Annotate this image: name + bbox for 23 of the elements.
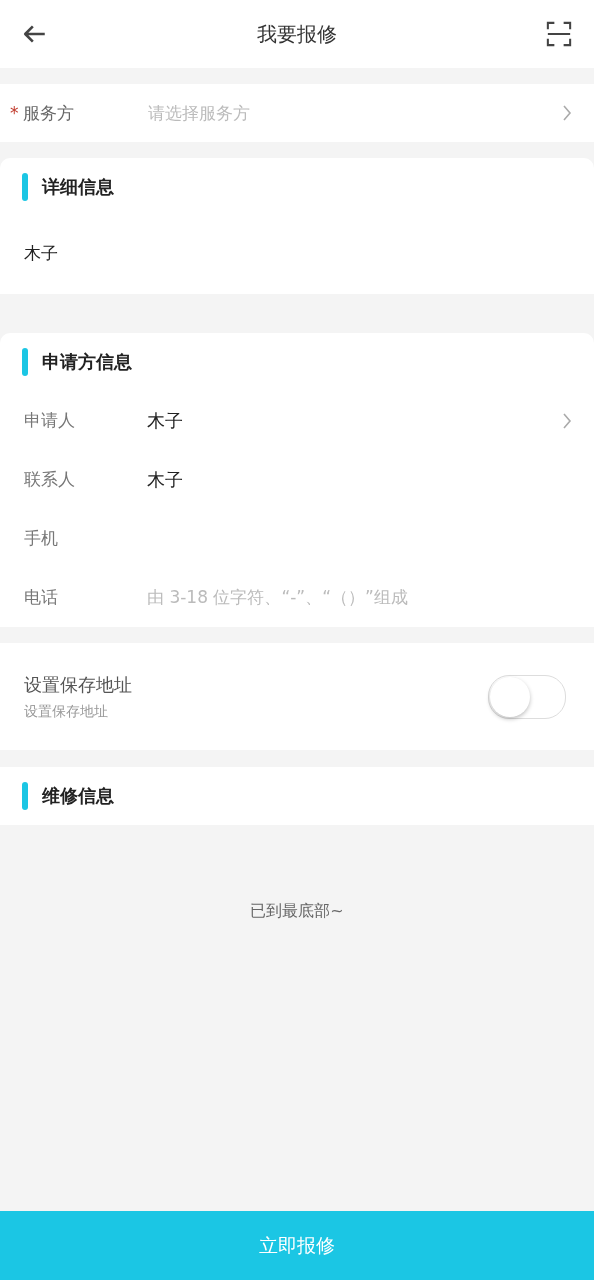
scan-icon[interactable]: [546, 21, 572, 47]
field-label: 服务方: [22, 101, 74, 125]
field-label: 联系人: [24, 468, 76, 491]
required-mark: *: [10, 103, 19, 123]
toggle-switch[interactable]: [488, 674, 566, 719]
field-label: 申请人: [24, 409, 76, 432]
field-placeholder: 请选择服务方: [148, 101, 251, 125]
field-label: 手机: [24, 527, 59, 550]
end-of-list-text: 已到最底部~: [250, 901, 344, 922]
section-title: 申请方信息: [42, 350, 132, 374]
section-marker: [22, 782, 28, 810]
section-marker: [22, 348, 28, 376]
section-title: 详细信息: [42, 175, 114, 199]
input-field[interactable]: 木子: [147, 467, 183, 492]
detail-text: 木子: [23, 242, 59, 265]
page-title: 我要报修: [257, 20, 337, 48]
service-selector[interactable]: * 服务方 请选择服务方: [0, 84, 594, 142]
section-marker: [22, 173, 28, 201]
setting-title: 设置保存地址: [24, 672, 132, 697]
setting-subtitle: 设置保存地址: [24, 702, 109, 721]
field-label: 电话: [24, 586, 59, 609]
section-title: 维修信息: [42, 784, 114, 808]
input-field[interactable]: 木子: [147, 408, 183, 433]
